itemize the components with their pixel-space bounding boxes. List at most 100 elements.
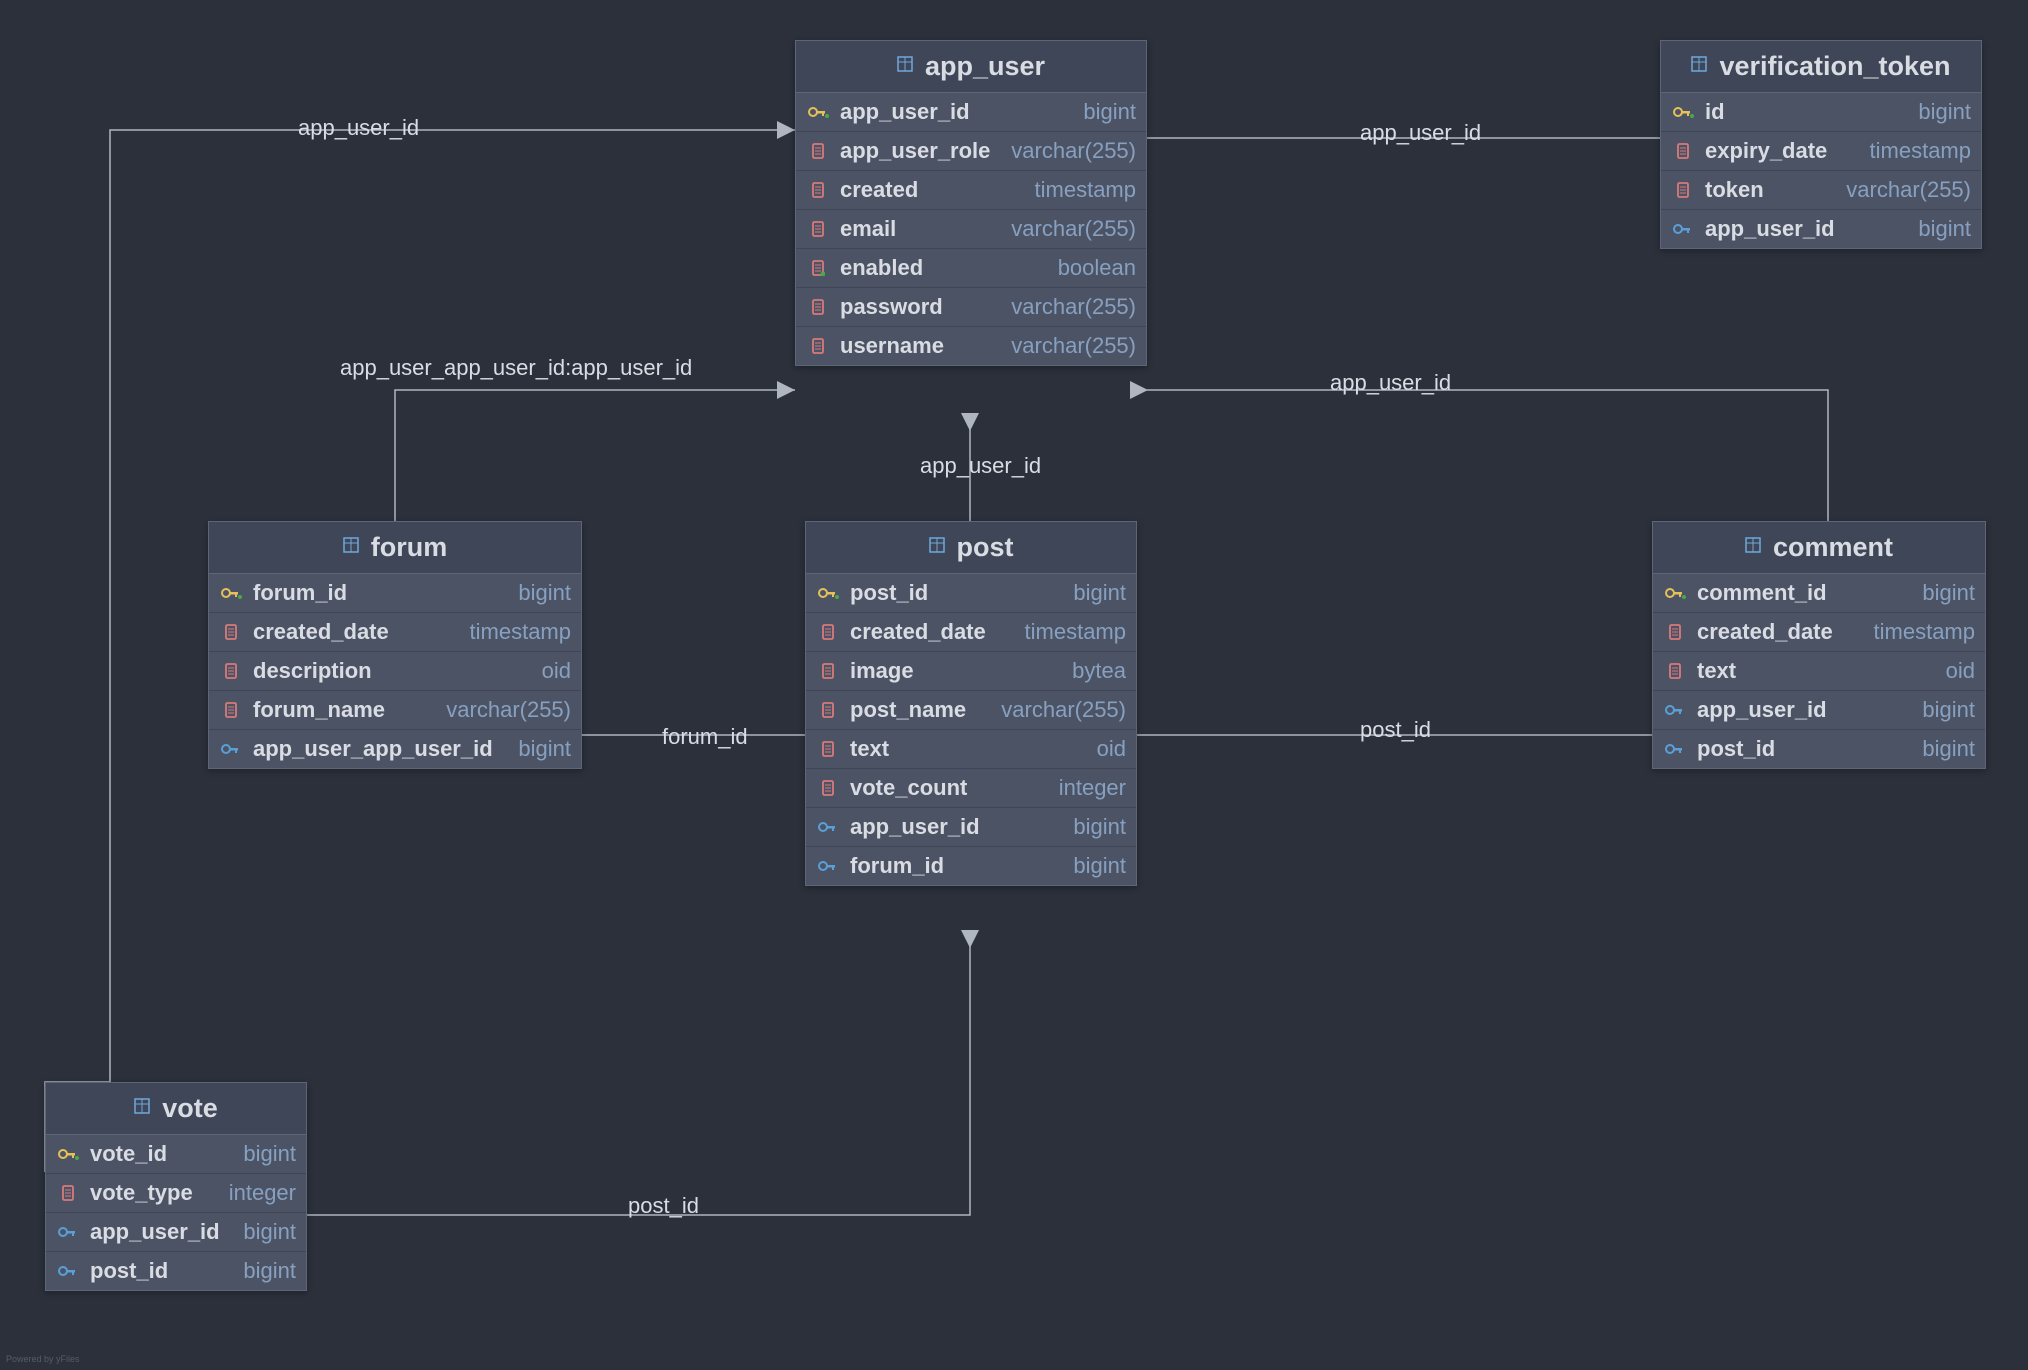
- column-type: oid: [1946, 658, 1975, 684]
- column-row[interactable]: usernamevarchar(255): [796, 327, 1146, 365]
- column-icon: [219, 663, 243, 679]
- column-row[interactable]: app_user_idbigint: [46, 1213, 306, 1252]
- column-row[interactable]: forum_name varchar(255): [209, 691, 581, 730]
- column-nullable-icon: [806, 260, 830, 276]
- column-icon: [806, 299, 830, 315]
- footer-note: Powered by yFiles: [6, 1354, 80, 1364]
- column-name: email: [840, 216, 1001, 242]
- column-row[interactable]: created_datetimestamp: [1653, 613, 1985, 652]
- table-title: app_user: [925, 51, 1045, 82]
- column-type: oid: [542, 658, 571, 684]
- edge-label: app_user_id: [1330, 370, 1451, 396]
- foreign-key-icon: [219, 742, 243, 756]
- column-type: varchar(255): [1001, 697, 1126, 723]
- column-row[interactable]: emailvarchar(255): [796, 210, 1146, 249]
- table-icon: [343, 537, 359, 558]
- column-type: bigint: [1922, 580, 1975, 606]
- column-name: post_id: [90, 1258, 233, 1284]
- column-row[interactable]: enabledboolean: [796, 249, 1146, 288]
- table-title: forum: [371, 532, 448, 563]
- column-name: expiry_date: [1705, 138, 1860, 164]
- table-verification-token[interactable]: verification_token idbigint expiry_date ti…: [1660, 40, 1982, 249]
- column-row[interactable]: created_datetimestamp: [209, 613, 581, 652]
- column-row[interactable]: idbigint: [1661, 93, 1981, 132]
- column-row[interactable]: app_user_idbigint: [1661, 210, 1981, 248]
- table-title: vote: [162, 1093, 218, 1124]
- column-icon: [56, 1185, 80, 1201]
- column-type: varchar(255): [446, 697, 571, 723]
- column-row[interactable]: app_user_idbigint: [806, 808, 1136, 847]
- column-type: bigint: [1073, 853, 1126, 879]
- column-name: app_user_role: [840, 138, 1001, 164]
- table-comment[interactable]: comment comment_idbigintcreated_datetime…: [1652, 521, 1986, 769]
- column-row[interactable]: post_namevarchar(255): [806, 691, 1136, 730]
- table-header: forum: [209, 522, 581, 574]
- column-row[interactable]: descriptionoid: [209, 652, 581, 691]
- column-row[interactable]: app_user_idbigint: [1653, 691, 1985, 730]
- column-row[interactable]: createdtimestamp: [796, 171, 1146, 210]
- column-type: varchar(255): [1011, 138, 1136, 164]
- column-row[interactable]: forum_idbigint: [209, 574, 581, 613]
- column-type: timestamp: [470, 619, 571, 645]
- table-post[interactable]: post post_idbigintcreated_datetimestampi…: [805, 521, 1137, 886]
- foreign-key-icon: [56, 1225, 80, 1239]
- table-icon: [1691, 56, 1707, 77]
- column-name: created: [840, 177, 1025, 203]
- column-name: forum_id: [850, 853, 1063, 879]
- column-type: integer: [229, 1180, 296, 1206]
- column-row[interactable]: comment_idbigint: [1653, 574, 1985, 613]
- column-name: post_id: [850, 580, 1063, 606]
- column-row[interactable]: vote_countinteger: [806, 769, 1136, 808]
- column-icon: [816, 741, 840, 757]
- column-row[interactable]: post_idbigint: [46, 1252, 306, 1290]
- column-row[interactable]: expiry_date timestamp: [1661, 132, 1981, 171]
- column-row[interactable]: tokenvarchar(255): [1661, 171, 1981, 210]
- column-type: bigint: [1083, 99, 1136, 125]
- column-row[interactable]: post_idbigint: [1653, 730, 1985, 768]
- columns-container: app_user_idbigint app_user_role varchar(25…: [796, 93, 1146, 365]
- columns-container: comment_idbigintcreated_datetimestamptex…: [1653, 574, 1985, 768]
- table-app-user[interactable]: app_user app_user_idbigint app_user_role v…: [795, 40, 1147, 366]
- columns-container: forum_idbigintcreated_datetimestampdescr…: [209, 574, 581, 768]
- foreign-key-icon: [1663, 703, 1687, 717]
- column-icon: [816, 702, 840, 718]
- column-row[interactable]: forum_id bigint: [806, 847, 1136, 885]
- column-icon: [1671, 182, 1695, 198]
- primary-key-icon: [56, 1147, 80, 1161]
- column-row[interactable]: passwordvarchar(255): [796, 288, 1146, 327]
- column-row[interactable]: app_user_role varchar(255): [796, 132, 1146, 171]
- column-row[interactable]: post_idbigint: [806, 574, 1136, 613]
- column-row[interactable]: app_user_idbigint: [796, 93, 1146, 132]
- column-icon: [816, 780, 840, 796]
- column-type: bigint: [243, 1219, 296, 1245]
- column-name: password: [840, 294, 1001, 320]
- column-row[interactable]: vote_typeinteger: [46, 1174, 306, 1213]
- primary-key-icon: [1671, 105, 1695, 119]
- column-name: username: [840, 333, 1001, 359]
- column-type: bigint: [1922, 697, 1975, 723]
- column-row[interactable]: vote_idbigint: [46, 1135, 306, 1174]
- foreign-key-icon: [816, 859, 840, 873]
- column-row[interactable]: textoid: [1653, 652, 1985, 691]
- foreign-key-icon: [1663, 742, 1687, 756]
- column-name: enabled: [840, 255, 1048, 281]
- column-row[interactable]: app_user_app_user_idbigint: [209, 730, 581, 768]
- table-forum[interactable]: forum forum_idbigintcreated_datetimestam…: [208, 521, 582, 769]
- table-icon: [134, 1098, 150, 1119]
- column-type: timestamp: [1870, 138, 1971, 164]
- column-name: app_user_id: [1705, 216, 1908, 242]
- column-name: created_date: [850, 619, 1015, 645]
- table-vote[interactable]: vote vote_idbigintvote_typeintegerapp_us…: [45, 1082, 307, 1291]
- edge-label: forum_id: [662, 724, 748, 750]
- column-row[interactable]: imagebytea: [806, 652, 1136, 691]
- table-header: app_user: [796, 41, 1146, 93]
- column-name: vote_count: [850, 775, 1049, 801]
- column-name: token: [1705, 177, 1836, 203]
- column-row[interactable]: created_datetimestamp: [806, 613, 1136, 652]
- table-header: post: [806, 522, 1136, 574]
- column-name: forum_name: [253, 697, 436, 723]
- edge-label: app_user_id: [298, 115, 419, 141]
- table-header: verification_token: [1661, 41, 1981, 93]
- table-header: comment: [1653, 522, 1985, 574]
- column-row[interactable]: textoid: [806, 730, 1136, 769]
